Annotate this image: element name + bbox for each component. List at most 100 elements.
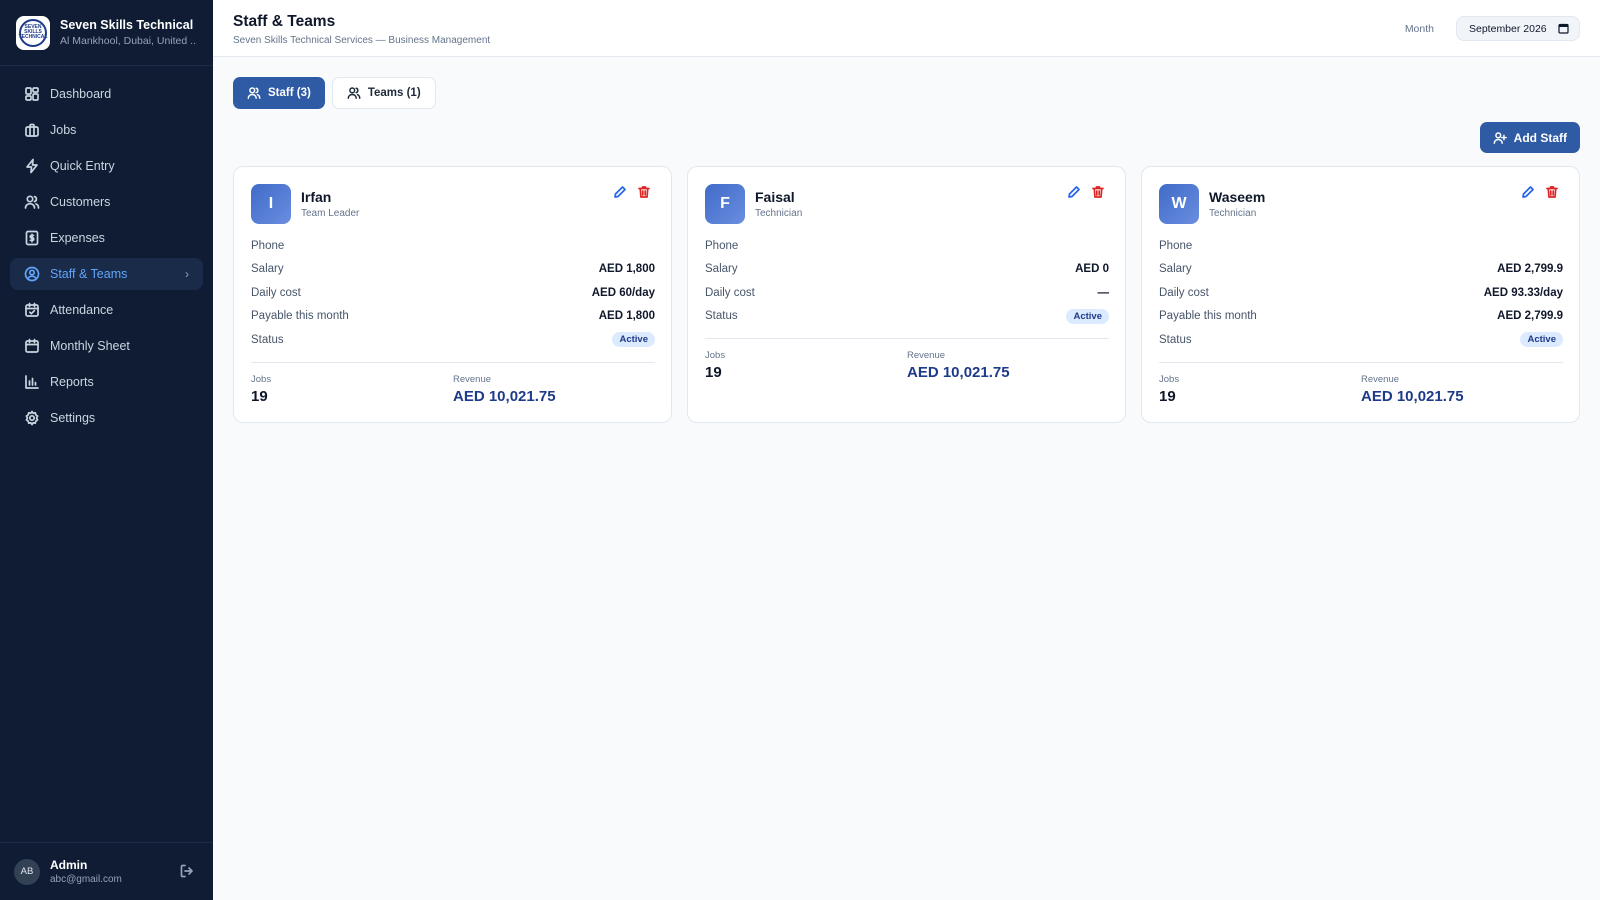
- sidebar: SEVEN SKILLS TECHNICAL Seven Skills Tech…: [0, 0, 213, 900]
- jobs-count: 19: [705, 364, 722, 381]
- tab-teams[interactable]: Teams (1): [331, 77, 436, 109]
- daily-cost-row: Daily cost AED 93.33/day: [1159, 281, 1563, 305]
- month-value: September 2026: [1469, 22, 1547, 35]
- sidebar-item-label: Expenses: [50, 231, 105, 245]
- user-profile: AB Admin abc@gmail.com: [0, 842, 213, 900]
- salary-value: AED 0: [1075, 263, 1109, 276]
- jobs-count: 19: [251, 387, 268, 405]
- edit-icon[interactable]: [613, 185, 627, 199]
- logo-text: SEVEN SKILLS TECHNICAL: [18, 24, 48, 40]
- page-header: Staff & Teams Seven Skills Technical Ser…: [213, 0, 1600, 57]
- staff-card: I Irfan Team Leader Phone Salary AED 1,8…: [233, 166, 672, 423]
- sidebar-item-settings[interactable]: Settings: [10, 402, 203, 434]
- tab-label: Staff (3): [268, 87, 311, 99]
- company-logo: SEVEN SKILLS TECHNICAL: [16, 15, 50, 50]
- sidebar-item-attendance[interactable]: Attendance: [10, 294, 203, 326]
- salary-label: Salary: [705, 263, 738, 276]
- staff-name: Irfan: [301, 188, 332, 205]
- status-row: Status Active: [251, 328, 655, 352]
- delete-icon[interactable]: [1091, 185, 1105, 199]
- sidebar-item-jobs[interactable]: Jobs: [10, 114, 203, 146]
- sidebar-item-dashboard[interactable]: Dashboard: [10, 78, 203, 110]
- phone-label: Phone: [705, 239, 739, 252]
- sidebar-item-expenses[interactable]: Expenses: [10, 222, 203, 254]
- month-label: Month: [1404, 23, 1434, 35]
- chevron-right-icon: ›: [185, 267, 189, 281]
- sidebar-item-quick-entry[interactable]: Quick Entry: [10, 150, 203, 182]
- staff-role: Team Leader: [301, 207, 360, 219]
- users-icon: [24, 194, 40, 210]
- phone-row: Phone: [705, 234, 1109, 258]
- salary-row: Salary AED 0: [705, 258, 1109, 282]
- dashboard-icon: [24, 86, 40, 102]
- staff-card: W Waseem Technician Phone Salary AED 2,7…: [1141, 166, 1580, 423]
- salary-value: AED 2,799.9: [1497, 263, 1563, 276]
- status-row: Status Active: [705, 305, 1109, 329]
- edit-icon[interactable]: [1521, 185, 1535, 199]
- bar-chart-icon: [24, 374, 40, 390]
- user-name: Admin: [50, 858, 88, 872]
- payable-value: AED 2,799.9: [1497, 310, 1563, 323]
- daily-cost-value: AED 93.33/day: [1483, 286, 1563, 299]
- staff-card-list: I Irfan Team Leader Phone Salary AED 1,8…: [233, 166, 1580, 423]
- staff-teams-tabs: Staff (3) Teams (1): [233, 77, 436, 109]
- avatar: AB: [14, 858, 40, 885]
- status-badge: Active: [612, 332, 655, 348]
- gear-icon: [24, 410, 40, 426]
- jobs-label: Jobs: [251, 373, 272, 385]
- logout-icon[interactable]: [179, 863, 195, 879]
- sidebar-item-label: Quick Entry: [50, 159, 115, 173]
- sidebar-item-reports[interactable]: Reports: [10, 366, 203, 398]
- payable-value: AED 1,800: [598, 310, 655, 323]
- salary-value: AED 1,800: [598, 263, 655, 276]
- receipt-icon: [24, 230, 40, 246]
- delete-icon[interactable]: [1545, 185, 1559, 199]
- staff-role: Technician: [755, 207, 803, 219]
- revenue-label: Revenue: [907, 350, 946, 361]
- salary-label: Salary: [1159, 263, 1192, 276]
- jobs-label: Jobs: [1159, 373, 1180, 385]
- sidebar-item-label: Reports: [50, 375, 94, 389]
- user-circle-icon: [24, 266, 40, 282]
- delete-icon[interactable]: [637, 185, 651, 199]
- sidebar-item-label: Settings: [50, 411, 96, 425]
- page-title: Staff & Teams: [233, 13, 336, 30]
- sidebar-item-staff-teams[interactable]: Staff & Teams ›: [10, 258, 203, 290]
- sidebar-item-monthly-sheet[interactable]: Monthly Sheet: [10, 330, 203, 362]
- calendar-icon[interactable]: [1558, 23, 1569, 34]
- calendar-icon: [24, 338, 40, 354]
- staff-name: Waseem: [1209, 188, 1266, 205]
- status-label: Status: [251, 333, 284, 346]
- sidebar-item-customers[interactable]: Customers: [10, 186, 203, 218]
- lightning-icon: [24, 158, 40, 174]
- payable-label: Payable this month: [1159, 310, 1257, 323]
- revenue-value: AED 10,021.75: [907, 364, 1010, 381]
- phone-label: Phone: [251, 239, 285, 252]
- status-row: Status Active: [1159, 328, 1563, 352]
- sidebar-nav: Dashboard Jobs Quick Entry Customers Exp…: [0, 66, 213, 434]
- month-picker[interactable]: September 2026: [1456, 16, 1580, 41]
- add-staff-label: Add Staff: [1513, 130, 1567, 145]
- daily-cost-value: —: [1097, 286, 1110, 299]
- status-label: Status: [1159, 333, 1192, 346]
- status-badge: Active: [1520, 332, 1563, 348]
- sidebar-item-label: Customers: [50, 195, 111, 209]
- daily-cost-row: Daily cost —: [705, 281, 1109, 305]
- sidebar-item-label: Jobs: [50, 123, 77, 137]
- jobs-count: 19: [1159, 387, 1176, 405]
- add-staff-button[interactable]: Add Staff: [1479, 122, 1580, 153]
- users-icon: [247, 87, 261, 99]
- payable-row: Payable this month AED 1,800: [251, 305, 655, 329]
- company-location: Al Mankhool, Dubai, United ...: [60, 35, 197, 47]
- payable-row: Payable this month AED 2,799.9: [1159, 305, 1563, 329]
- salary-row: Salary AED 1,800: [251, 258, 655, 282]
- staff-card: F Faisal Technician Phone Salary AED 0 D…: [687, 166, 1126, 423]
- edit-icon[interactable]: [1067, 185, 1081, 199]
- staff-role: Technician: [1209, 207, 1257, 219]
- add-user-icon: [1493, 131, 1507, 144]
- phone-label: Phone: [1159, 239, 1193, 252]
- salary-label: Salary: [251, 263, 284, 276]
- brand-header[interactable]: SEVEN SKILLS TECHNICAL Seven Skills Tech…: [0, 0, 213, 66]
- phone-row: Phone: [1159, 234, 1563, 258]
- tab-staff[interactable]: Staff (3): [233, 77, 325, 109]
